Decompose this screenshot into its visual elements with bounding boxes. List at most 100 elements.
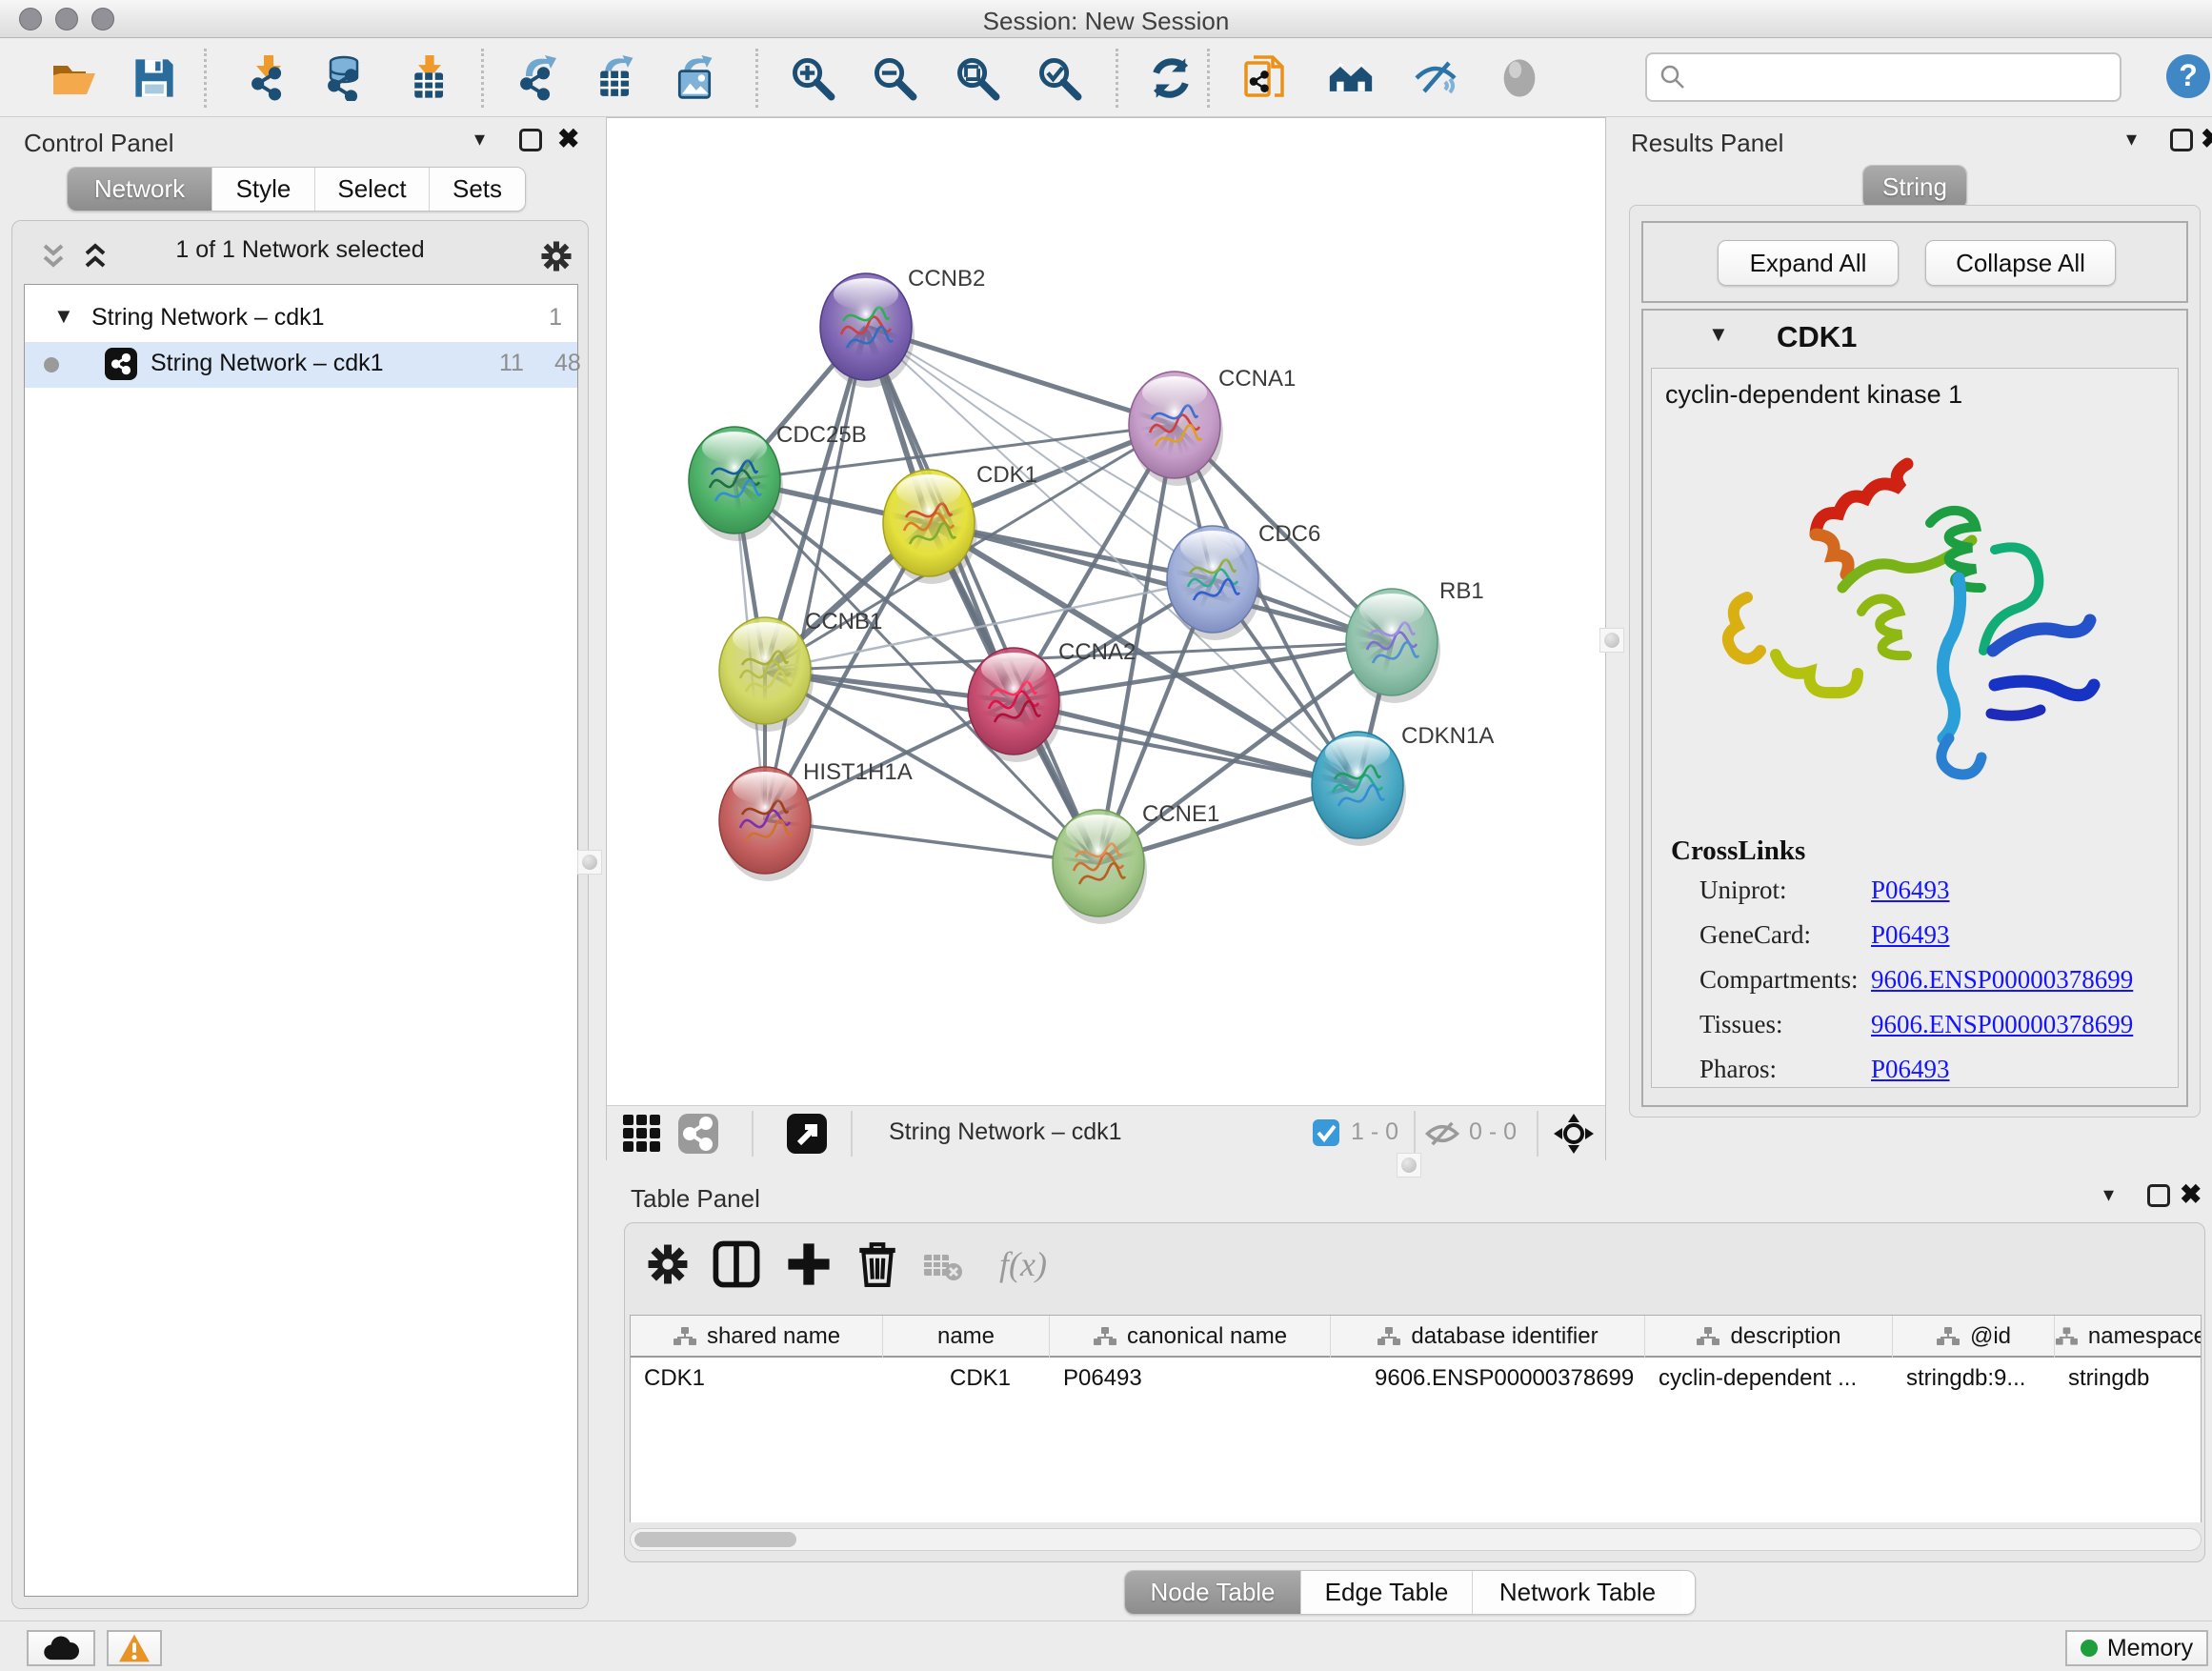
cloud-status-button[interactable] xyxy=(27,1630,95,1666)
network-node-CDKN1A[interactable]: CDKN1A xyxy=(1312,723,1494,846)
crosslink-link[interactable]: 9606.ENSP00000378699 xyxy=(1871,1010,2133,1039)
birds-eye-view-icon[interactable] xyxy=(621,1113,663,1155)
network-node-CCNB1[interactable]: CCNB1 xyxy=(719,609,882,732)
create-column-plus-icon[interactable] xyxy=(785,1240,833,1288)
collapse-all-button[interactable]: Collapse All xyxy=(1925,240,2116,286)
import-network-file-icon[interactable] xyxy=(242,50,295,106)
tab-network[interactable]: Network xyxy=(68,168,212,211)
tab-node-table[interactable]: Node Table xyxy=(1125,1571,1301,1614)
column-header--id[interactable]: @id xyxy=(1893,1316,2055,1358)
import-network-database-icon[interactable] xyxy=(317,50,371,106)
table-cell[interactable]: stringdb xyxy=(2068,1365,2202,1392)
node-label-CCNB1: CCNB1 xyxy=(805,609,882,634)
selected-nodes-checkbox-icon[interactable] xyxy=(1312,1118,1340,1147)
fit-selected-crosshair-icon[interactable] xyxy=(1553,1113,1595,1155)
network-node-CCNA1[interactable]: CCNA1 xyxy=(1129,366,1296,486)
network-node-CDK1[interactable]: CDK1 xyxy=(883,462,1037,584)
scrollbar-handle[interactable] xyxy=(634,1532,796,1547)
control-panel-menu-icon[interactable]: ▾ xyxy=(474,127,485,151)
bottom-splitter-handle[interactable] xyxy=(1397,1153,1421,1178)
network-view-name: String Network – cdk1 xyxy=(889,1118,1122,1146)
table-cell[interactable]: P06493 xyxy=(1063,1365,1325,1392)
column-header-database-identifier[interactable]: database identifier xyxy=(1331,1316,1645,1358)
tab-sets[interactable]: Sets xyxy=(430,168,525,211)
node-table[interactable]: shared namenamecanonical namedatabase id… xyxy=(630,1315,2202,1522)
clone-network-icon[interactable] xyxy=(1238,50,1292,106)
column-header-name[interactable]: name xyxy=(883,1316,1050,1358)
network-selection-summary: 1 of 1 Network selected xyxy=(12,236,588,264)
tab-string[interactable]: String xyxy=(1863,166,1966,209)
export-network-icon[interactable] xyxy=(511,50,564,106)
entry-collapse-icon[interactable]: ▼ xyxy=(1708,322,1729,347)
tab-edge-table[interactable]: Edge Table xyxy=(1301,1571,1473,1614)
help-button[interactable]: ? xyxy=(2164,52,2212,100)
table-options-gear-icon[interactable] xyxy=(644,1240,692,1288)
network-node-CDC25B[interactable]: CDC25B xyxy=(689,422,867,541)
function-builder-icon-disabled: f(x) xyxy=(985,1240,1061,1288)
open-in-new-window-icon[interactable] xyxy=(786,1113,828,1155)
node-label-CCNE1: CCNE1 xyxy=(1142,801,1219,827)
right-splitter-handle[interactable] xyxy=(1599,628,1624,653)
expand-all-button[interactable]: Expand All xyxy=(1718,240,1899,286)
tab-network-table[interactable]: Network Table xyxy=(1473,1571,1682,1614)
zoom-out-icon[interactable] xyxy=(868,50,921,106)
table-cell[interactable]: 9606.ENSP00000378699 xyxy=(1375,1365,1670,1392)
results-panel-float-icon[interactable] xyxy=(2170,129,2193,151)
table-cell[interactable]: CDK1 xyxy=(644,1365,877,1392)
table-cell[interactable]: cyclin-dependent ... xyxy=(1659,1365,1887,1392)
network-overview-icon[interactable] xyxy=(677,1113,719,1155)
table-cell[interactable]: stringdb:9... xyxy=(1906,1365,2049,1392)
network-graph[interactable]: CCNB2CCNA1CDC25BCDK1CDC6RB1CCNB1CCNA2CDK… xyxy=(607,118,1605,1105)
table-panel-menu-icon[interactable]: ▾ xyxy=(2103,1182,2114,1207)
zoom-in-icon[interactable] xyxy=(786,50,839,106)
network-node-CDC6[interactable]: CDC6 xyxy=(1167,521,1320,640)
network-view-row[interactable]: String Network – cdk1 11 48 xyxy=(25,342,577,388)
tab-style[interactable]: Style xyxy=(212,168,315,211)
column-header-canonical-name[interactable]: canonical name xyxy=(1050,1316,1331,1358)
results-panel-close-icon[interactable]: ✖ xyxy=(2201,123,2212,154)
network-options-gear-icon[interactable] xyxy=(538,238,574,274)
left-splitter-handle[interactable] xyxy=(577,850,602,875)
search-input[interactable] xyxy=(1645,52,2122,102)
import-table-icon[interactable] xyxy=(403,50,456,106)
network-node-CCNB2[interactable]: CCNB2 xyxy=(820,266,985,388)
hide-results-icon[interactable] xyxy=(1409,50,1462,106)
collection-expand-icon[interactable]: ▼ xyxy=(53,304,74,329)
table-panel-float-icon[interactable] xyxy=(2147,1184,2170,1207)
network-view-panel[interactable]: CCNB2CCNA1CDC25BCDK1CDC6RB1CCNB1CCNA2CDK… xyxy=(606,117,1606,1160)
save-session-icon[interactable] xyxy=(128,50,181,106)
export-table-icon[interactable] xyxy=(589,50,642,106)
memory-button[interactable]: Memory xyxy=(2065,1630,2208,1666)
crosslink-link[interactable]: 9606.ENSP00000378699 xyxy=(1871,965,2133,995)
node-entry-header[interactable]: ▼ CDK1 xyxy=(1643,311,2186,364)
tab-select[interactable]: Select xyxy=(315,168,430,211)
refresh-layout-icon[interactable] xyxy=(1144,50,1197,106)
crosslink-link[interactable]: P06493 xyxy=(1871,1055,1950,1084)
delete-column-trash-icon[interactable] xyxy=(854,1240,901,1288)
warnings-button[interactable] xyxy=(107,1630,162,1666)
zoom-fit-icon[interactable] xyxy=(951,50,1004,106)
column-header-shared-name[interactable]: shared name xyxy=(631,1316,883,1358)
network-collection-row[interactable]: ▼ String Network – cdk1 1 xyxy=(25,300,577,342)
hidden-nodes-count: 0 - 0 xyxy=(1469,1118,1517,1146)
network-edge-HIST1H1A-CCNE1[interactable] xyxy=(765,820,1098,863)
string-home-icon[interactable] xyxy=(1324,50,1377,106)
table-horizontal-scrollbar[interactable] xyxy=(630,1528,2202,1551)
results-panel-menu-icon[interactable]: ▾ xyxy=(2126,127,2137,151)
network-icon xyxy=(105,348,137,380)
column-header-namespace[interactable]: namespace xyxy=(2055,1316,2202,1358)
network-node-RB1[interactable]: RB1 xyxy=(1346,578,1484,703)
show-columns-icon[interactable] xyxy=(713,1240,760,1288)
network-node-CCNE1[interactable]: CCNE1 xyxy=(1053,801,1219,924)
open-session-icon[interactable] xyxy=(48,50,101,106)
control-panel-close-icon[interactable]: ✖ xyxy=(557,123,579,154)
export-image-icon[interactable] xyxy=(668,50,721,106)
crosslink-link[interactable]: P06493 xyxy=(1871,876,1950,905)
zoom-selected-icon[interactable] xyxy=(1033,50,1086,106)
crosslink-link[interactable]: P06493 xyxy=(1871,920,1950,950)
column-header-description[interactable]: description xyxy=(1645,1316,1893,1358)
control-panel-float-icon[interactable] xyxy=(519,129,542,151)
table-panel-close-icon[interactable]: ✖ xyxy=(2180,1178,2202,1210)
network-node-HIST1H1A[interactable]: HIST1H1A xyxy=(719,759,913,881)
toolbar-separator xyxy=(851,1111,853,1157)
